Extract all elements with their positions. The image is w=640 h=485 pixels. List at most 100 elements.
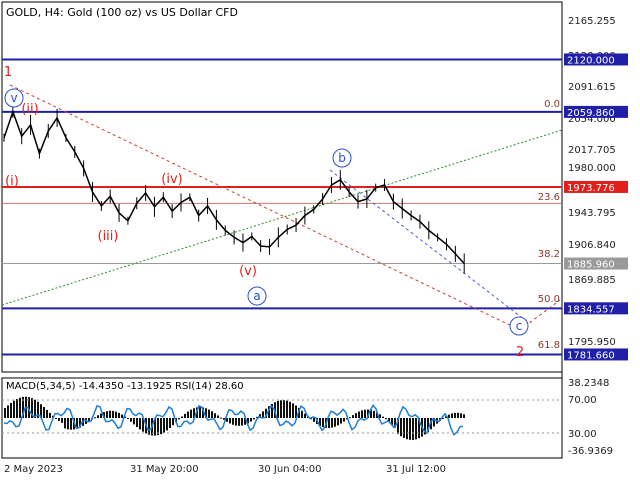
macd-bar <box>355 413 357 418</box>
wave-label: (iv) <box>161 172 182 187</box>
macd-bar <box>328 418 330 429</box>
time-tick: 30 Jun 04:00 <box>258 464 322 475</box>
macd-bar <box>412 418 414 440</box>
macd-bar <box>199 407 201 418</box>
macd-bar <box>67 418 69 430</box>
fibo-label: 0.0 <box>544 99 560 110</box>
macd-bar <box>400 418 402 437</box>
macd-bar <box>463 414 465 418</box>
macd-bar <box>190 409 192 418</box>
macd-bar <box>118 412 120 418</box>
price-tick: 1980.000 <box>568 163 616 174</box>
price-tick: 2165.255 <box>568 16 616 27</box>
macd-bar <box>148 418 150 435</box>
price-tick: 1869.885 <box>568 275 616 286</box>
time-tick: 2 May 2023 <box>4 464 63 475</box>
macd-bar <box>229 418 231 424</box>
macd-bar <box>277 400 279 418</box>
macd-bar <box>160 418 162 435</box>
price-tick: 1906.840 <box>568 240 616 251</box>
price-level-tag-text: 2120.000 <box>567 55 615 66</box>
macd-bar <box>415 418 417 440</box>
macd-bar <box>64 418 66 429</box>
price-level-tag-text: 1973.776 <box>567 183 615 194</box>
macd-bar <box>19 397 21 418</box>
macd-bar <box>349 417 351 419</box>
macd-bar <box>211 411 213 418</box>
wave-label: a <box>253 289 260 303</box>
macd-bar <box>403 418 405 438</box>
macd-bar <box>340 418 342 424</box>
macd-bar <box>253 418 255 420</box>
macd-bar <box>172 418 174 426</box>
macd-bar <box>283 400 285 418</box>
macd-bar <box>187 411 189 418</box>
price-level-tag-text: 1781.660 <box>567 350 615 361</box>
macd-bar <box>343 418 345 422</box>
macd-bar <box>361 410 363 418</box>
macd-bar <box>139 418 141 430</box>
macd-bar <box>406 418 408 440</box>
macd-bar <box>460 413 462 418</box>
price-level-tag-text: 1885.960 <box>567 260 615 271</box>
macd-bar <box>130 418 132 422</box>
wave-label: (v) <box>239 264 257 279</box>
macd-bar <box>220 417 222 419</box>
macd-bar <box>250 418 252 422</box>
macd-bar <box>301 410 303 418</box>
macd-bar <box>115 411 117 418</box>
macd-bar <box>97 415 99 418</box>
price-tick: 2091.615 <box>568 82 616 93</box>
wave-label: 1 <box>4 65 12 80</box>
main-chart-title: GOLD, H4: Gold (100 oz) vs US Dollar CFD <box>6 6 238 19</box>
macd-bar <box>58 418 60 421</box>
macd-bar <box>280 400 282 418</box>
macd-bar <box>373 410 375 418</box>
price-tick: 1795.950 <box>568 337 616 348</box>
macd-bar <box>289 401 291 418</box>
macd-bar <box>313 418 315 422</box>
fibo-label: 38.2 <box>538 249 560 260</box>
macd-bar <box>352 415 354 418</box>
fibo-label: 61.8 <box>538 340 560 351</box>
macd-bar <box>127 418 129 420</box>
macd-bar <box>109 410 111 418</box>
macd-bar <box>4 408 6 418</box>
macd-bar <box>13 400 15 418</box>
fibo-label: 23.6 <box>538 192 560 203</box>
macd-bar <box>43 406 45 418</box>
price-level-tag-text: 1834.557 <box>567 304 615 315</box>
macd-bar <box>214 413 216 418</box>
macd-bar <box>334 418 336 427</box>
macd-bar <box>112 410 114 418</box>
chart-svg: GOLD, H4: Gold (100 oz) vs US Dollar CFD… <box>0 0 640 480</box>
macd-bar <box>181 416 183 418</box>
macd-bar <box>61 418 63 423</box>
macd-bar <box>457 412 459 418</box>
macd-bar <box>46 409 48 418</box>
macd-bar <box>106 411 108 418</box>
macd-bar <box>166 418 168 431</box>
macd-bar <box>235 418 237 426</box>
macd-bar <box>292 403 294 418</box>
indicator-tick: -36.9369 <box>568 446 613 457</box>
fibo-label: 50.0 <box>538 294 560 305</box>
price-tick: 2017.705 <box>568 145 616 156</box>
macd-bar <box>409 418 411 440</box>
macd-bar <box>49 412 51 418</box>
macd-bar <box>262 411 264 418</box>
macd-bar <box>358 411 360 418</box>
indicator-title: MACD(5,34,5) -14.4350 -13.1925 RSI(14) 2… <box>6 381 244 392</box>
wave-label: (i) <box>5 174 19 189</box>
time-tick: 31 May 20:00 <box>130 464 199 475</box>
wave-label: (ii) <box>21 102 38 117</box>
wave-label: c <box>516 319 523 333</box>
macd-bar <box>304 413 306 418</box>
macd-bar <box>286 400 288 418</box>
macd-bar <box>454 412 456 418</box>
macd-bar <box>100 413 102 418</box>
macd-bar <box>178 418 180 420</box>
wave-label: (iii) <box>98 229 119 244</box>
macd-bar <box>70 418 72 430</box>
macd-bar <box>451 413 453 418</box>
